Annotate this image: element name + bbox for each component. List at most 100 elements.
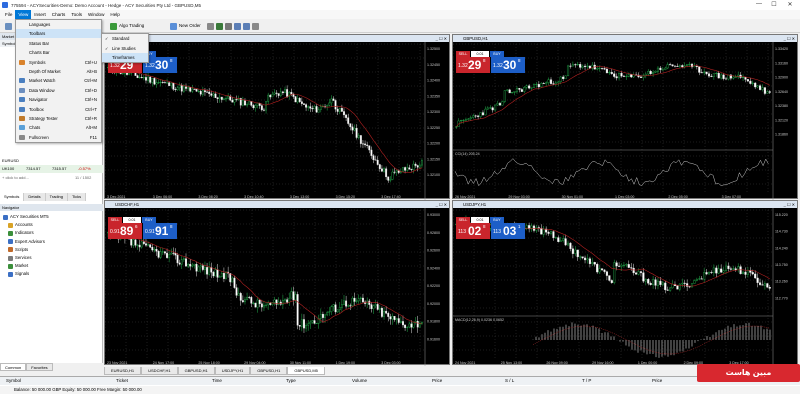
view-menu-item[interactable]: Market Watch Ctrl+M: [16, 76, 101, 85]
sell-button[interactable]: 113 02 8: [456, 223, 490, 239]
candle-body: [637, 271, 640, 275]
buy-button[interactable]: 113 03 1: [491, 223, 525, 239]
candle-body: [484, 108, 487, 116]
tab-trading[interactable]: Trading: [45, 193, 68, 201]
candle-body: [385, 310, 388, 314]
view-menu-item[interactable]: Chats Alt+M: [16, 123, 101, 132]
chart-header[interactable]: GBPUSD,M5_ ☐ ✕: [105, 35, 449, 42]
menu-insert[interactable]: Insert: [31, 10, 49, 19]
buy-button[interactable]: 1.32 30 8: [491, 57, 525, 73]
candle-body: [741, 271, 745, 275]
candle-body: [286, 89, 289, 97]
add-symbol-row[interactable]: + click to add... 11 / 1502: [0, 174, 103, 182]
candle-body: [605, 271, 608, 276]
y-tick-label: 1.32150: [427, 157, 440, 161]
navigator-item[interactable]: Expert Advisors: [8, 238, 45, 246]
candle-body: [359, 135, 362, 144]
view-menu-item[interactable]: Toolbox Ctrl+T: [16, 105, 101, 114]
chart-window-controls[interactable]: _ ☐ ✕: [784, 201, 795, 208]
view-menu-label: Charts Bar: [29, 50, 50, 56]
view-menu-item[interactable]: Depth Of Market Alt+B: [16, 67, 101, 76]
algo-trading-button[interactable]: Algo Trading: [108, 21, 146, 31]
toolbars-submenu-item[interactable]: ✓ Line Studies: [102, 44, 148, 53]
chart-tab[interactable]: GBPUSD,M5: [287, 367, 325, 375]
navigator-item[interactable]: Accounts: [8, 221, 33, 229]
chart-window-controls[interactable]: _ ☐ ✕: [784, 35, 795, 42]
toolbars-submenu-item[interactable]: Timeframes: [102, 53, 148, 62]
candle-body: [298, 98, 301, 102]
chart-window-usdchf-h1[interactable]: USDCHF,H1 _ ☐ ✕ 0.93000 0.92800 0.92600 0.924…: [104, 200, 450, 366]
new-chart-button[interactable]: [3, 21, 14, 31]
navigator-item[interactable]: ACY Securities MT5: [3, 213, 49, 221]
chart-tab[interactable]: USDJPY,H1: [214, 367, 251, 375]
menu-help[interactable]: Help: [107, 10, 122, 19]
menu-charts[interactable]: Charts: [49, 10, 69, 19]
sell-button[interactable]: 0.91 89 6: [108, 223, 142, 239]
candle-body: [707, 272, 711, 275]
close-button[interactable]: ✕: [785, 1, 795, 8]
view-menu-item[interactable]: Charts Bar: [16, 48, 101, 57]
x-tick-label: 25 Nov 18:00: [198, 361, 219, 365]
candle-body: [157, 82, 160, 84]
candle-body: [393, 171, 396, 173]
view-menu-item[interactable]: Strategy Tester Ctrl+R: [16, 114, 101, 123]
tab-ticks[interactable]: Ticks: [68, 193, 87, 201]
view-menu-item[interactable]: Status Bar: [16, 39, 101, 48]
view-menu-item[interactable]: Languages: [16, 20, 101, 29]
candle-body: [574, 64, 577, 66]
maximize-button[interactable]: ☐: [769, 1, 779, 8]
navigator-item[interactable]: Indicators: [8, 229, 34, 237]
chart-window-gbpusd-m5[interactable]: GBPUSD,M5_ ☐ ✕1.325001.324501.324001.323…: [104, 34, 450, 200]
sell-button[interactable]: 1.32298: [456, 57, 490, 73]
chart-tab[interactable]: GBPUSD,H1: [177, 367, 215, 375]
chart-header[interactable]: GBPUSD,H1 _ ☐ ✕: [453, 35, 797, 42]
navigator-item[interactable]: Services: [8, 254, 31, 262]
minimize-button[interactable]: —: [754, 1, 764, 7]
candle-body: [620, 72, 623, 77]
menu-window[interactable]: Window: [85, 10, 107, 19]
candle-body: [136, 244, 139, 246]
toolbars-submenu-item[interactable]: ✓ Standard: [102, 34, 148, 43]
tab-favorites[interactable]: Favorites: [26, 363, 53, 371]
candle-body: [664, 67, 667, 70]
view-menu-item[interactable]: Symbols Ctrl+U: [16, 58, 101, 67]
menu-tools[interactable]: Tools: [68, 10, 85, 19]
chart-window-controls[interactable]: _ ☐ ✕: [436, 35, 447, 42]
view-menu-item[interactable]: Toolbars: [16, 29, 101, 39]
candle-body: [347, 305, 350, 307]
candle-body: [477, 115, 480, 117]
navigator-item[interactable]: Signals: [8, 270, 29, 278]
menu-view[interactable]: View: [15, 10, 32, 19]
chart-type-buttons[interactable]: [205, 21, 261, 31]
chart-tab[interactable]: GBPUSD,H1: [250, 367, 288, 375]
chart-tab[interactable]: USDCHF,H1: [141, 367, 178, 375]
navigator-item[interactable]: Market: [8, 262, 28, 270]
tab-symbols[interactable]: Symbols: [0, 193, 25, 201]
tab-common[interactable]: Common: [0, 363, 27, 371]
view-menu-item[interactable]: Data Window Ctrl+D: [16, 86, 101, 95]
view-menu-item[interactable]: Fullscreen F11: [16, 133, 101, 142]
chart-window-gbpusd-h1[interactable]: GBPUSD,H1 _ ☐ ✕ 1.33420 1.33160 1.32900 1.326…: [452, 34, 798, 200]
new-order-button[interactable]: New Order: [168, 21, 203, 31]
market-watch-row[interactable]: UK100 7314.57 7315.57 -0.57%: [0, 165, 103, 173]
candle-body: [404, 324, 407, 328]
view-menu-item[interactable]: Navigator Ctrl+N: [16, 95, 101, 104]
menu-file[interactable]: File: [2, 10, 15, 19]
navigator-item[interactable]: Scripts: [8, 246, 28, 254]
buy-button[interactable]: 0.91 91 8: [143, 223, 177, 239]
candle-body: [654, 70, 657, 73]
candle-body: [759, 282, 762, 285]
candle-body: [206, 267, 209, 275]
candle-body: [618, 72, 621, 79]
chart-window-usdjpy-h1[interactable]: USDJPY,H1 _ ☐ ✕ 115.220 114.730 114.240 113.7…: [452, 200, 798, 366]
add-symbol-link[interactable]: + click to add...: [0, 174, 75, 182]
tab-details[interactable]: Details: [24, 193, 46, 201]
chart-header[interactable]: USDJPY,H1 _ ☐ ✕: [453, 201, 797, 208]
candle-body: [603, 269, 606, 272]
candle-body: [746, 79, 749, 82]
chart-window-controls[interactable]: _ ☐ ✕: [436, 201, 447, 208]
chart-tab[interactable]: EURUSD,H1: [104, 367, 142, 375]
market-watch-row[interactable]: EURUSD: [0, 157, 103, 165]
moving-average-line: [107, 232, 422, 325]
chart-header[interactable]: USDCHF,H1 _ ☐ ✕: [105, 201, 449, 208]
